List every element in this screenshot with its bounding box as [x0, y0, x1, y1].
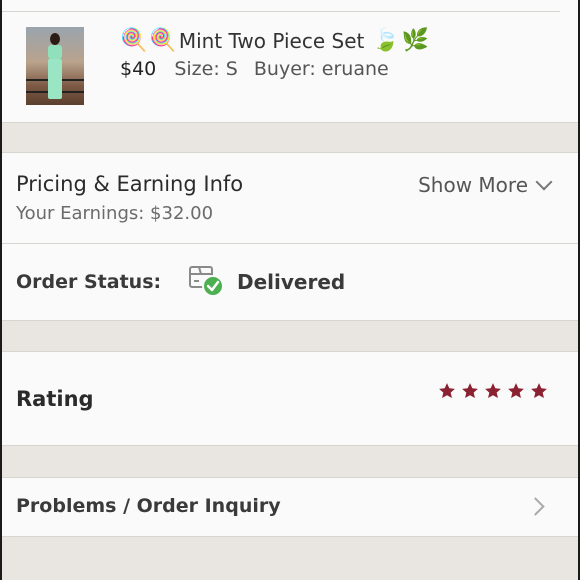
item-buyer: Buyer: eruane	[253, 58, 389, 80]
star-icon	[531, 383, 547, 399]
show-more-button[interactable]: Show More	[418, 173, 553, 197]
show-more-label: Show More	[418, 173, 528, 197]
order-status-value: Delivered	[237, 270, 346, 294]
chevron-down-icon	[535, 173, 553, 191]
pricing-title: Pricing & Earning Info	[16, 172, 244, 196]
item-card[interactable]: 🍭 🍭 Mint Two Piece Set 🍃 🌿 $40 Size: S B…	[2, 0, 578, 122]
order-detail-screen: 🍭 🍭 Mint Two Piece Set 🍃 🌿 $40 Size: S B…	[0, 0, 580, 580]
order-status-label: Order Status:	[16, 271, 162, 293]
problems-label: Problems / Order Inquiry	[16, 495, 281, 517]
star-icon	[485, 383, 501, 399]
lollipop-icon: 🍭	[120, 28, 148, 53]
package-delivered-icon	[189, 266, 224, 297]
item-price: $40	[120, 58, 157, 80]
divider	[2, 445, 578, 446]
pricing-section[interactable]	[2, 153, 578, 243]
item-title: Mint Two Piece Set	[178, 29, 365, 53]
star-icon	[508, 383, 524, 399]
earnings-text: Your Earnings: $32.00	[16, 203, 214, 224]
item-size: Size: S	[174, 58, 238, 80]
divider	[2, 122, 578, 123]
rating-label: Rating	[16, 387, 94, 411]
rating-stars	[438, 382, 548, 400]
product-thumbnail[interactable]	[26, 27, 84, 105]
leaf-icon: 🍃	[372, 28, 400, 53]
lollipop-icon: 🍭	[149, 28, 177, 53]
item-title-row: 🍭 🍭 Mint Two Piece Set 🍃 🌿	[120, 29, 429, 53]
herb-icon: 🌿	[401, 28, 430, 53]
divider	[2, 320, 578, 321]
divider	[2, 11, 560, 12]
item-details-row: $40 Size: S Buyer: eruane	[120, 58, 399, 80]
star-icon	[462, 383, 478, 399]
star-icon	[439, 383, 455, 399]
divider	[2, 536, 578, 537]
